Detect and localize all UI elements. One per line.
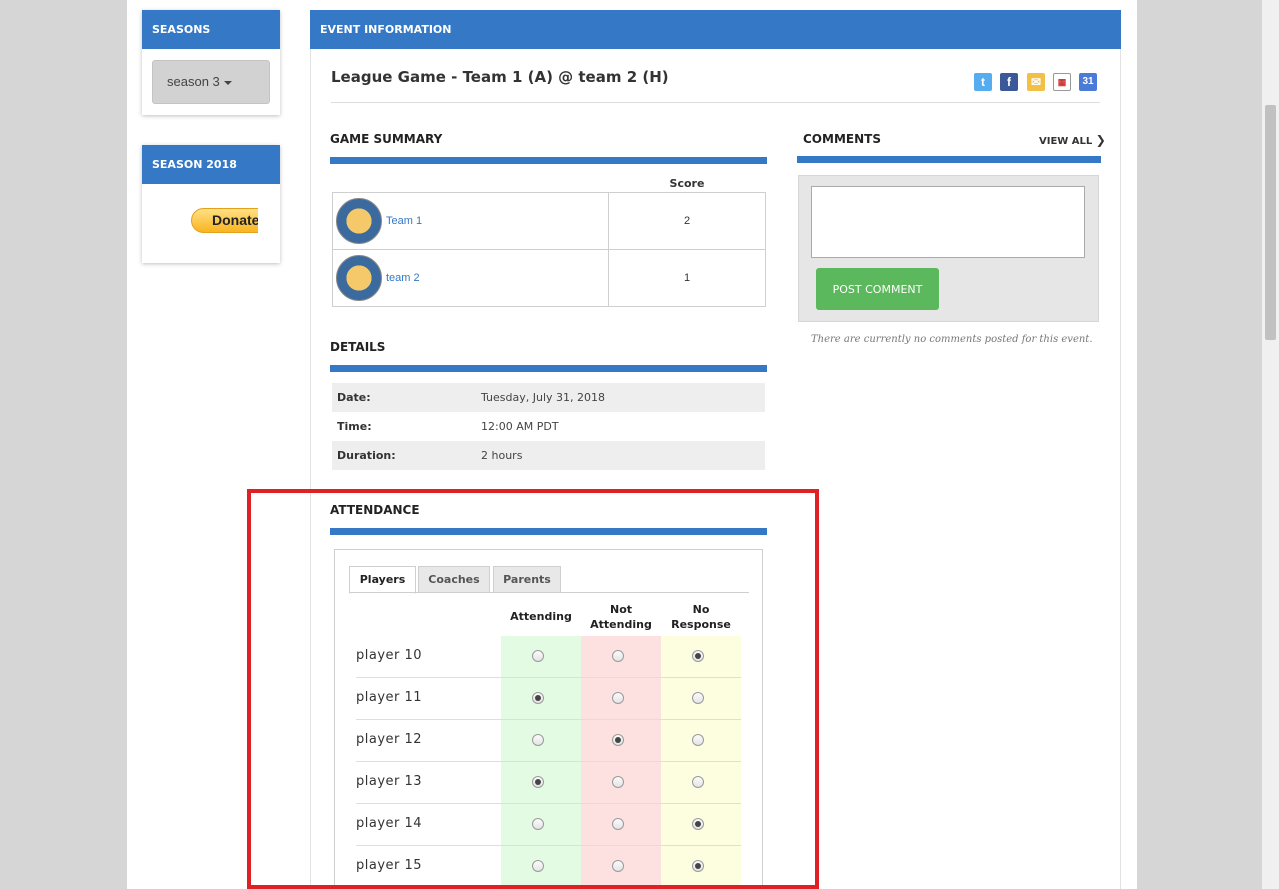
comments-heading: COMMENTS — [803, 132, 881, 146]
game-summary-heading: GAME SUMMARY — [330, 132, 443, 146]
comments-bar — [797, 156, 1101, 163]
detail-row-date: Date: Tuesday, July 31, 2018 — [332, 383, 765, 412]
view-all-label: VIEW ALL — [1039, 136, 1093, 147]
details-bar — [330, 365, 767, 372]
detail-label: Time: — [337, 420, 372, 433]
post-comment-button[interactable]: POST COMMENT — [816, 268, 939, 310]
view-all-link[interactable]: VIEW ALL ❯ — [1039, 133, 1106, 147]
team-cell: team 2 — [332, 249, 609, 307]
detail-row-duration: Duration: 2 hours — [332, 441, 765, 470]
team-logo-icon — [336, 198, 382, 244]
detail-row-time: Time: 12:00 AM PDT — [332, 412, 765, 441]
google-calendar-icon[interactable]: 31 — [1079, 73, 1097, 91]
detail-label: Duration: — [337, 449, 396, 462]
caret-down-icon — [223, 80, 232, 85]
team-link[interactable]: team 2 — [386, 272, 420, 284]
twitter-icon[interactable]: t — [974, 73, 992, 91]
facebook-icon[interactable]: f — [1000, 73, 1018, 91]
team-logo-icon — [336, 255, 382, 301]
page-scrollbar[interactable] — [1262, 0, 1279, 889]
team-cell: Team 1 — [332, 192, 609, 250]
seasons-widget: SEASONS season 3 — [142, 10, 280, 115]
detail-value: 12:00 AM PDT — [481, 420, 559, 433]
attendance-highlight-frame — [247, 489, 819, 889]
detail-value: 2 hours — [481, 449, 523, 462]
season-2018-heading: SEASON 2018 — [142, 145, 280, 184]
score-table: Team 1 2 team 2 1 — [332, 192, 766, 307]
season-dropdown-label: season 3 — [167, 74, 220, 89]
comment-form: POST COMMENT — [798, 175, 1099, 322]
season-2018-widget: SEASON 2018 Donate — [142, 145, 280, 263]
details-heading: DETAILS — [330, 340, 386, 354]
ical-icon[interactable]: ▦ — [1053, 73, 1071, 91]
score-column-header: Score — [669, 177, 705, 190]
table-row: Team 1 2 — [332, 192, 766, 250]
score-cell: 2 — [608, 192, 766, 250]
chevron-right-icon: ❯ — [1095, 133, 1106, 147]
event-information-header: EVENT INFORMATION — [310, 10, 1121, 49]
detail-label: Date: — [337, 391, 371, 404]
comment-textarea[interactable] — [811, 186, 1085, 258]
donate-button[interactable]: Donate — [191, 208, 258, 233]
game-summary-bar — [330, 157, 767, 164]
seasons-heading: SEASONS — [142, 10, 280, 49]
team-link[interactable]: Team 1 — [386, 215, 422, 227]
scrollbar-thumb[interactable] — [1265, 105, 1276, 340]
detail-value: Tuesday, July 31, 2018 — [481, 391, 606, 404]
no-comments-text: There are currently no comments posted f… — [811, 334, 1093, 345]
season-dropdown[interactable]: season 3 — [152, 60, 270, 104]
title-divider — [331, 102, 1100, 103]
details-table: Date: Tuesday, July 31, 2018 Time: 12:00… — [332, 383, 765, 470]
event-title: League Game - Team 1 (A) @ team 2 (H) — [331, 68, 669, 86]
score-cell: 1 — [608, 249, 766, 307]
outlook-calendar-icon[interactable]: ✉ — [1027, 73, 1045, 91]
donate-label: Donate — [191, 208, 258, 233]
table-row: team 2 1 — [332, 249, 766, 307]
